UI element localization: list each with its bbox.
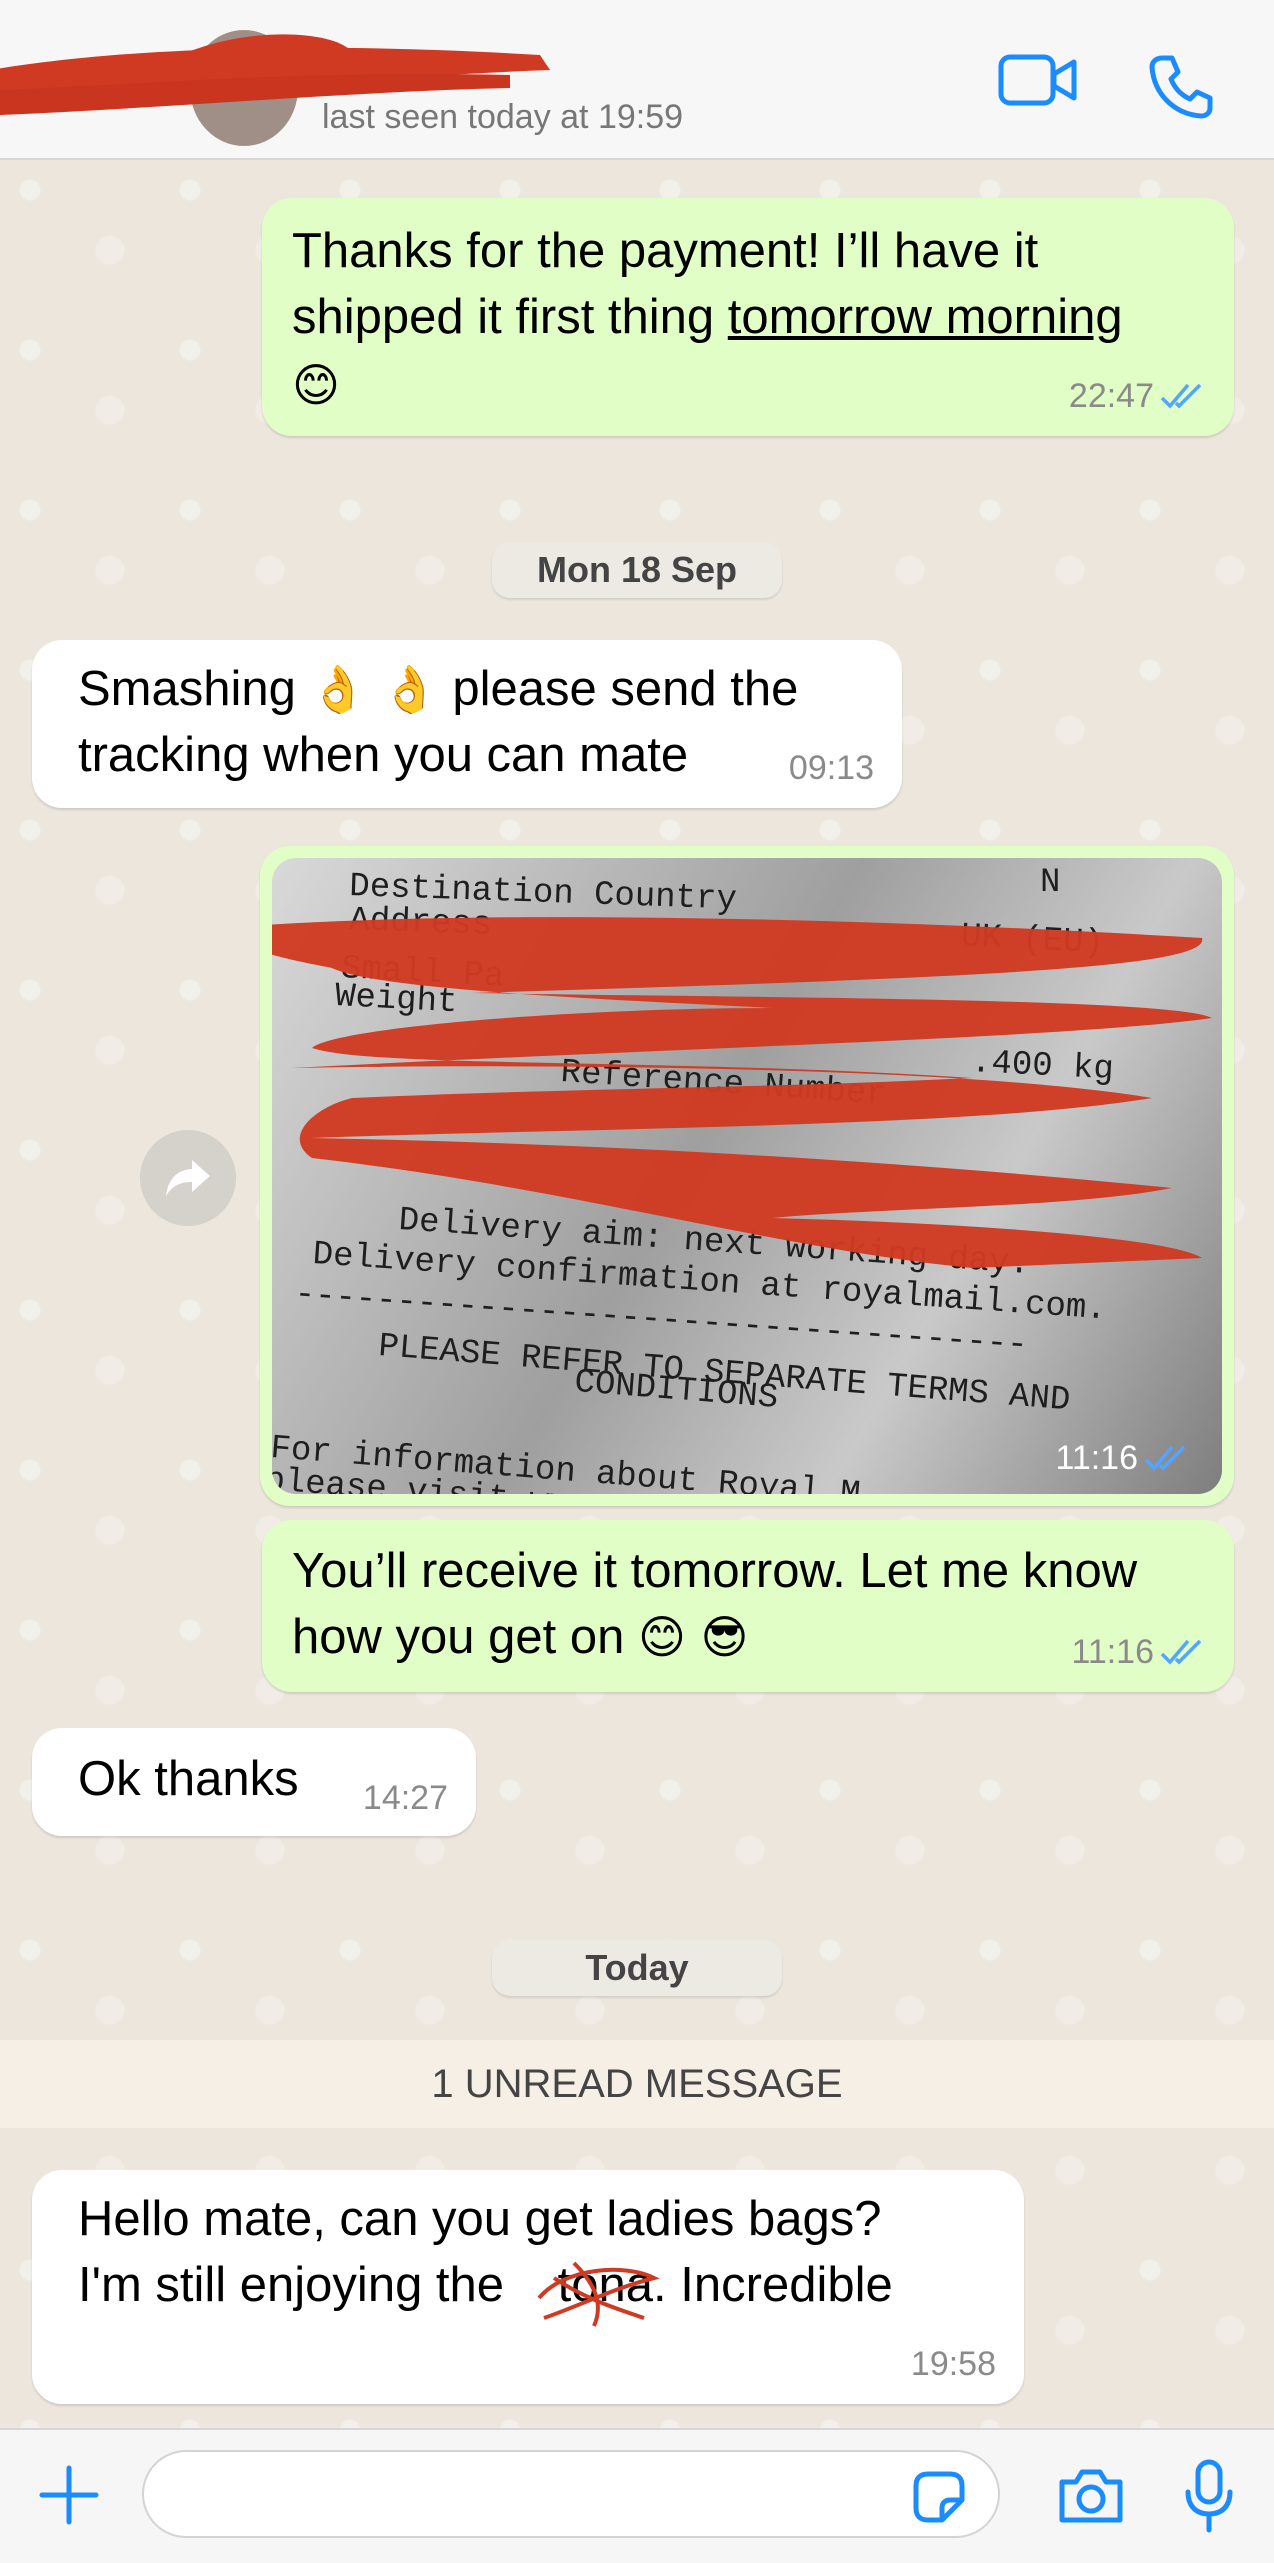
- forward-icon: [166, 1160, 210, 1196]
- message-emoji: 😊: [292, 358, 340, 412]
- message-incoming[interactable]: Smashing 👌 👌 please send the tracking wh…: [32, 640, 902, 808]
- message-text: how you get on 😊 😎: [292, 1610, 749, 1664]
- forward-button[interactable]: [140, 1130, 236, 1226]
- unread-messages-banner: 1 UNREAD MESSAGE: [0, 2040, 1274, 2128]
- camera-icon[interactable]: [1056, 2466, 1126, 2531]
- read-ticks-icon: [1160, 1639, 1202, 1665]
- message-text: Thanks for the payment! I’ll have it shi…: [292, 224, 1123, 344]
- message-text: I'm still enjoying the tona. Incredible: [78, 2252, 994, 2450]
- message-emoji: 👌 👌: [309, 662, 439, 716]
- message-meta: 11:16: [1071, 1632, 1206, 1672]
- message-text: tracking when you can mate: [78, 728, 689, 782]
- message-time: 11:16: [1071, 1633, 1154, 1671]
- redaction-scribble: [537, 2261, 660, 2327]
- message-meta: 11:16: [1055, 1438, 1190, 1478]
- redaction-scribble: [0, 34, 550, 115]
- message-meta: 09:13: [789, 748, 874, 788]
- message-time: 09:13: [788, 749, 874, 787]
- message-emoji: 😊 😎: [637, 1610, 749, 1664]
- message-text: You’ll receive it tomorrow. Let me know: [292, 1544, 1138, 1598]
- plus-icon[interactable]: [38, 2464, 100, 2531]
- message-outgoing-photo[interactable]: Destination Country Address UK (EU) N Sm…: [260, 846, 1234, 1506]
- date-separator: Mon 18 Sep: [492, 542, 782, 598]
- chat-header[interactable]: last seen today at 19:59: [0, 0, 1274, 160]
- message-input[interactable]: [142, 2450, 1000, 2538]
- message-meta: 14:27: [363, 1778, 448, 1818]
- message-time: 19:58: [910, 2345, 996, 2383]
- message-time: 14:27: [362, 1779, 448, 1817]
- receipt-photo[interactable]: Destination Country Address UK (EU) N Sm…: [272, 858, 1222, 1494]
- message-incoming[interactable]: Hello mate, can you get ladies bags? I'm…: [32, 2170, 1024, 2510]
- message-time: 22:47: [1068, 377, 1154, 415]
- message-outgoing[interactable]: Thanks for the payment! I’ll have it shi…: [262, 198, 1234, 436]
- message-incoming[interactable]: Ok thanks 14:27: [32, 1728, 476, 1836]
- microphone-icon[interactable]: [1184, 2458, 1234, 2539]
- message-meta: 22:47: [1069, 376, 1206, 416]
- message-outgoing[interactable]: You’ll receive it tomorrow. Let me know …: [262, 1520, 1234, 1692]
- redaction-scribble: [272, 917, 1212, 1268]
- date-separator: Today: [492, 1940, 782, 1996]
- message-time: 11:16: [1055, 1439, 1138, 1477]
- message-text: Smashing 👌 👌 please send the: [78, 662, 799, 716]
- message-text: Hello mate, can you get ladies bags?: [78, 2192, 882, 2246]
- message-meta: 19:58: [911, 2344, 996, 2384]
- composer-bar: [0, 2428, 1274, 2563]
- read-ticks-icon: [1144, 1445, 1186, 1471]
- sticker-icon[interactable]: [908, 2466, 968, 2531]
- read-ticks-icon: [1160, 383, 1202, 409]
- date-link[interactable]: tomorrow morning: [728, 290, 1123, 344]
- video-camera-icon[interactable]: [998, 52, 1078, 108]
- phone-icon[interactable]: [1148, 54, 1214, 120]
